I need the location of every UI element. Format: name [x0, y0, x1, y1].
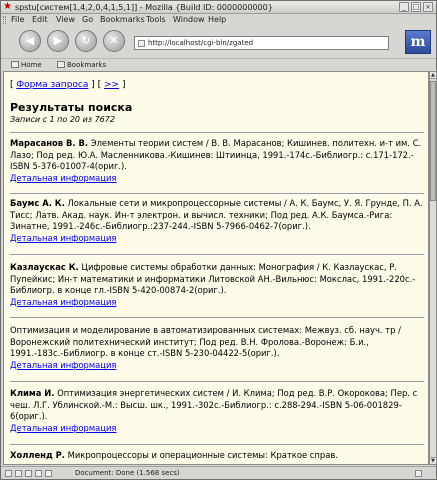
stop-icon[interactable]: ✕	[103, 30, 125, 52]
record-6: Холленд Р. Микропроцессоры и операционны…	[10, 450, 424, 462]
query-form-link[interactable]: Форма запроса	[16, 80, 88, 90]
record-1: Марасанов В. В. Элементы теории систем /…	[10, 138, 424, 184]
title-bar[interactable]: ★ spstu[систем[1,4,2,0,4,1,5,1]] - Mozil…	[1, 1, 436, 14]
scroll-thumb[interactable]	[430, 81, 436, 201]
results-heading: Результаты поиска	[10, 101, 133, 114]
record-4: Оптимизация и моделирование в автоматизи…	[10, 325, 424, 371]
home-label: Home	[21, 61, 42, 69]
personal-toolbar: Home Bookmarks	[1, 58, 436, 70]
record-3: Казлаускас К. Цифровые системы обработки…	[10, 262, 424, 308]
record-text: Микропроцессоры и операционные системы: …	[64, 450, 338, 460]
record-author: Казлаускас К.	[10, 262, 79, 272]
bookmarks-icon	[57, 61, 65, 68]
minimize-button[interactable]: _	[399, 2, 409, 12]
window-title: spstu[систем[1,4,2,0,4,1,5,1]] - Mozilla…	[15, 3, 273, 12]
detail-link[interactable]: Детальная информация	[10, 360, 116, 370]
menu-edit[interactable]: Edit	[32, 14, 48, 26]
detail-link[interactable]: Детальная информация	[10, 173, 116, 183]
menu-go[interactable]: Go	[82, 14, 93, 26]
menu-bar: File Edit View Go Bookmarks Tools Window…	[1, 14, 436, 26]
detail-link[interactable]: Детальная информация	[10, 423, 116, 433]
divider	[10, 193, 424, 195]
page-content: [ Форма запроса ] [ >> ] Результаты поис…	[3, 71, 429, 465]
detail-link[interactable]: Детальная информация	[10, 233, 116, 243]
menu-help[interactable]: Help	[208, 14, 226, 26]
maximize-button[interactable]: □	[411, 2, 421, 12]
menu-tools[interactable]: Tools	[146, 14, 166, 26]
record-text: Локальные сети и микропроцессорные систе…	[10, 198, 423, 232]
mozilla-logo-icon[interactable]: m	[405, 30, 431, 54]
record-text: Оптимизация и моделирование в автоматизи…	[10, 325, 401, 359]
mail-icon[interactable]	[15, 470, 22, 477]
browser-window: ★ spstu[систем[1,4,2,0,4,1,5,1]] - Mozil…	[0, 0, 437, 480]
toolbar-grip-icon[interactable]	[3, 16, 6, 24]
record-text: Оптимизация энергетических систем / И. К…	[10, 388, 418, 422]
record-author: Холленд Р.	[10, 450, 65, 460]
menu-view[interactable]: View	[56, 14, 75, 26]
divider	[10, 444, 424, 446]
tab-icon[interactable]	[5, 470, 12, 477]
forward-icon[interactable]: ▶	[47, 30, 69, 52]
status-bar: Document: Done (1.568 secs)	[1, 466, 436, 479]
next-page-link[interactable]: >>	[104, 80, 119, 90]
record-2: Баумс А. К. Локальные сети и микропроцес…	[10, 198, 424, 244]
divider	[10, 254, 424, 256]
reload-icon[interactable]: ↻	[75, 30, 97, 52]
chat-icon[interactable]	[45, 470, 52, 477]
bookmarks-button[interactable]: Bookmarks	[57, 59, 106, 71]
divider	[10, 381, 424, 383]
url-field[interactable]: http://localhost/cgi-bin/zgated	[134, 36, 389, 50]
menu-bookmarks[interactable]: Bookmarks	[100, 14, 145, 26]
divider	[10, 317, 424, 319]
record-author: Баумс А. К.	[10, 198, 65, 208]
navigation-toolbar: ◀ ▶ ↻ ✕ http://localhost/cgi-bin/zgated …	[1, 27, 436, 58]
page-icon	[138, 40, 145, 47]
addressbook-icon[interactable]	[35, 470, 42, 477]
bookmarks-label: Bookmarks	[67, 61, 107, 69]
home-icon	[11, 61, 19, 68]
results-count: Записи с 1 по 20 из 7672	[10, 115, 115, 124]
record-author: Марасанов В. В.	[10, 138, 89, 148]
security-lock-icon	[415, 470, 422, 477]
mozilla-star-icon: ★	[3, 1, 12, 12]
menu-window[interactable]: Window	[173, 14, 205, 26]
vertical-scrollbar[interactable]: ▲ ▼	[429, 71, 437, 465]
divider	[10, 132, 424, 134]
close-window-button[interactable]: ×	[423, 2, 433, 12]
scroll-down-icon[interactable]: ▼	[430, 457, 436, 464]
bracket-close: ]	[119, 80, 126, 90]
scroll-up-icon[interactable]: ▲	[430, 72, 436, 79]
record-5: Клима И. Оптимизация энергетических сист…	[10, 388, 424, 434]
home-button[interactable]: Home	[11, 59, 42, 71]
back-icon[interactable]: ◀	[19, 30, 41, 52]
composer-icon[interactable]	[25, 470, 32, 477]
top-links: [ Форма запроса ] [ >> ]	[10, 80, 125, 90]
record-author: Клима И.	[10, 388, 55, 398]
bracket-mid: ] [	[88, 80, 104, 90]
menu-file[interactable]: File	[11, 14, 24, 26]
detail-link[interactable]: Детальная информация	[10, 297, 116, 307]
status-text: Document: Done (1.568 secs)	[75, 469, 180, 477]
url-text: http://localhost/cgi-bin/zgated	[148, 39, 254, 47]
